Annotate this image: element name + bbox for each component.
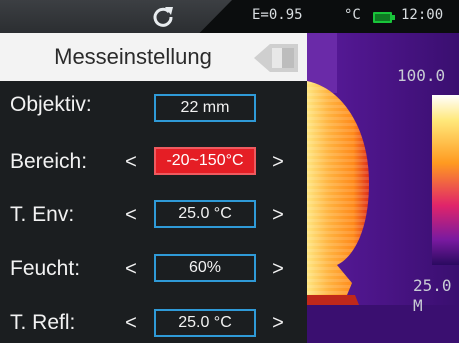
feucht-increase-arrow[interactable]: > [268,258,288,281]
objektiv-value[interactable]: 22 mm [154,94,256,122]
feucht-value[interactable]: 60% [154,254,256,282]
t-env-label: T. Env: [10,203,75,226]
t-refl-increase-arrow[interactable]: > [268,312,288,335]
bereich-increase-arrow[interactable]: > [268,151,288,174]
t-refl-label: T. Refl: [10,311,76,334]
status-bar-tab [0,0,232,33]
t-env-decrease-arrow[interactable]: < [121,204,141,227]
feucht-decrease-arrow[interactable]: < [121,258,141,281]
t-refl-decrease-arrow[interactable]: < [121,312,141,335]
scale-max-readout: 100.0 [397,66,446,85]
feucht-label: Feucht: [10,257,81,280]
t-env-value[interactable]: 25.0 °C [154,200,256,228]
back-icon[interactable] [252,42,300,74]
bereich-label: Bereich: [10,150,88,173]
refresh-icon[interactable] [150,4,176,30]
objektiv-label: Objektiv: [10,93,92,116]
temperature-unit: °C [344,7,361,23]
scale-min-readout: 25.0 [413,276,452,295]
bereich-value[interactable]: -20~150°C [154,147,256,175]
battery-icon [373,12,395,23]
page-title: Messeinstellung [54,44,212,69]
t-refl-value[interactable]: 25.0 °C [154,309,256,337]
emissivity-readout: E=0.95 [252,7,303,23]
measure-mode-readout: M [413,296,423,315]
t-env-increase-arrow[interactable]: > [268,204,288,227]
clock: 12:00 [401,7,444,23]
bereich-decrease-arrow[interactable]: < [121,151,141,174]
